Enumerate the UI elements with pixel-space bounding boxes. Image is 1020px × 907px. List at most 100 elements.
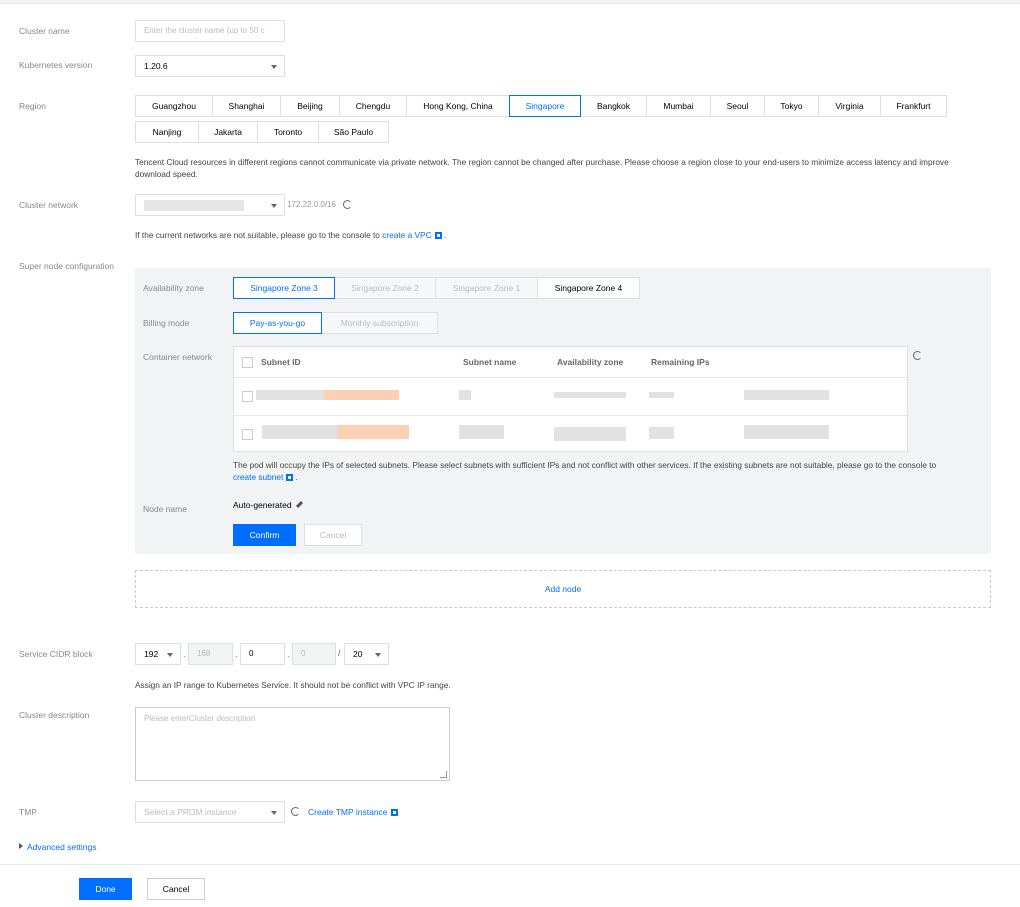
row-checkbox[interactable] — [242, 429, 253, 440]
region-shanghai[interactable]: Shanghai — [212, 95, 281, 117]
redacted-extra — [744, 390, 829, 400]
refresh-icon[interactable] — [913, 351, 922, 360]
redacted-subnet-name — [459, 425, 504, 439]
refresh-icon[interactable] — [343, 200, 352, 209]
zone-singapore-3[interactable]: Singapore Zone 3 — [233, 277, 335, 299]
billing-mode-label: Billing mode — [143, 318, 190, 328]
vpc-value-redacted — [144, 200, 244, 211]
service-cidr-label: Service CIDR block — [19, 649, 93, 659]
billing-monthly[interactable]: Monthly subscription — [321, 312, 438, 334]
external-link-icon — [390, 809, 398, 816]
region-virginia[interactable]: Virginia — [818, 95, 881, 117]
region-mumbai[interactable]: Mumbai — [646, 95, 711, 117]
region-tokyo[interactable]: Tokyo — [764, 95, 819, 117]
redacted-zone — [554, 392, 626, 398]
row-checkbox[interactable] — [242, 391, 253, 402]
cluster-description-label: Cluster description — [19, 710, 90, 720]
done-button[interactable]: Done — [79, 878, 132, 900]
vpc-cidr: 172.22.0.0/16 — [287, 200, 336, 209]
super-node-label: Super node configuration — [19, 261, 114, 271]
chevron-down-icon — [271, 204, 277, 208]
region-frankfurt[interactable]: Frankfurt — [880, 95, 947, 117]
region-hong-kong[interactable]: Hong Kong, China — [406, 95, 510, 117]
availability-zone-label: Availability zone — [143, 283, 204, 293]
subnet-note-suffix: . — [295, 472, 298, 482]
region-toronto[interactable]: Toronto — [257, 121, 319, 143]
billing-pay-as-you-go[interactable]: Pay-as-you-go — [233, 312, 322, 334]
redacted-extra — [744, 425, 829, 439]
cluster-description-textarea[interactable]: Please enterCluster description — [135, 707, 450, 781]
select-all-checkbox[interactable] — [242, 357, 253, 368]
chevron-down-icon — [375, 653, 381, 657]
vpc-select[interactable] — [135, 194, 285, 216]
advanced-settings-link[interactable]: Advanced settings — [27, 842, 96, 852]
cancel-button[interactable]: Cancel — [147, 878, 205, 900]
k8s-version-select[interactable]: 1.20.6 — [135, 55, 285, 77]
region-bangkok[interactable]: Bangkok — [580, 95, 647, 117]
region-beijing[interactable]: Beijing — [280, 95, 340, 117]
container-network-label: Container network — [143, 352, 212, 362]
subnet-table: Subnet ID Subnet name Availability zone … — [233, 346, 908, 452]
cluster-name-label: Cluster name — [19, 26, 70, 36]
region-nanjing[interactable]: Nanjing — [135, 121, 199, 143]
cidr-mask-select[interactable]: 20 — [344, 643, 389, 665]
redacted-subnet-name — [459, 390, 471, 400]
region-sao-paulo[interactable]: São Paulo — [318, 121, 389, 143]
region-jakarta[interactable]: Jakarta — [198, 121, 258, 143]
create-tmp-instance[interactable]: Create TMP instance — [308, 807, 398, 817]
resize-handle-icon[interactable] — [440, 771, 447, 778]
top-bar — [0, 0, 1020, 4]
node-name-label: Node name — [143, 504, 187, 514]
service-cidr-note: Assign an IP range to Kubernetes Service… — [135, 680, 451, 690]
create-tmp-link[interactable]: Create TMP instance — [308, 807, 388, 817]
cluster-name-input[interactable]: Enter the cluster name (up to 50 c — [135, 20, 285, 42]
chevron-down-icon — [271, 65, 277, 69]
chevron-down-icon — [271, 811, 277, 815]
table-row[interactable] — [234, 415, 907, 453]
col-subnet-name: Subnet name — [463, 357, 517, 367]
cidr-octet2-input: 168 — [188, 643, 233, 665]
confirm-button[interactable]: Confirm — [233, 524, 296, 546]
create-subnet-link[interactable]: create subnet — [233, 472, 283, 482]
cidr-mask-value: 20 — [353, 649, 363, 659]
prom-instance-placeholder: Select a PROM instance — [144, 807, 237, 817]
k8s-version-value: 1.20.6 — [144, 61, 168, 71]
slash-separator: / — [338, 648, 341, 658]
create-vpc-link[interactable]: create a VPC — [382, 230, 431, 240]
region-seoul[interactable]: Seoul — [710, 95, 765, 117]
zone-singapore-4[interactable]: Singapore Zone 4 — [537, 277, 640, 299]
edit-icon[interactable] — [295, 500, 303, 509]
dot-separator: . — [287, 649, 290, 659]
zone-singapore-1[interactable]: Singapore Zone 1 — [435, 277, 538, 299]
col-subnet-id: Subnet ID — [261, 357, 301, 367]
advanced-settings-toggle[interactable]: Advanced settings — [19, 842, 96, 852]
cidr-octet3-input[interactable]: 0 — [240, 643, 285, 665]
vpc-note-text: If the current networks are not suitable… — [135, 230, 380, 240]
cidr-octet1-select[interactable]: 192 — [135, 643, 181, 665]
panel-cancel-button[interactable]: Cancel — [304, 524, 362, 546]
redacted-subnet-id-highlight — [337, 425, 409, 439]
redacted-ips — [649, 427, 674, 439]
dot-separator: . — [183, 649, 186, 659]
cidr-octet1-value: 192 — [144, 649, 159, 659]
region-singapore[interactable]: Singapore — [509, 95, 581, 117]
vpc-note-suffix: . — [443, 230, 447, 240]
col-remaining-ips: Remaining IPs — [651, 357, 710, 367]
dot-separator: . — [235, 649, 238, 659]
zone-singapore-2[interactable]: Singapore Zone 2 — [334, 277, 436, 299]
refresh-icon[interactable] — [291, 807, 300, 816]
vpc-note: If the current networks are not suitable… — [135, 229, 446, 241]
add-node-button[interactable]: Add node — [135, 570, 991, 608]
region-note: Tencent Cloud resources in different reg… — [135, 157, 949, 179]
footer-divider — [0, 864, 1020, 865]
external-link-icon — [434, 232, 442, 239]
table-row[interactable] — [234, 377, 907, 415]
redacted-subnet-id — [256, 390, 326, 400]
region-guangzhou[interactable]: Guangzhou — [135, 95, 213, 117]
region-chengdu[interactable]: Chengdu — [339, 95, 407, 117]
prom-instance-select[interactable]: Select a PROM instance — [135, 801, 285, 823]
redacted-ips — [649, 392, 674, 398]
cluster-description-placeholder: Please enterCluster description — [144, 714, 256, 723]
region-label: Region — [19, 101, 46, 111]
redacted-subnet-id-highlight — [324, 390, 399, 400]
